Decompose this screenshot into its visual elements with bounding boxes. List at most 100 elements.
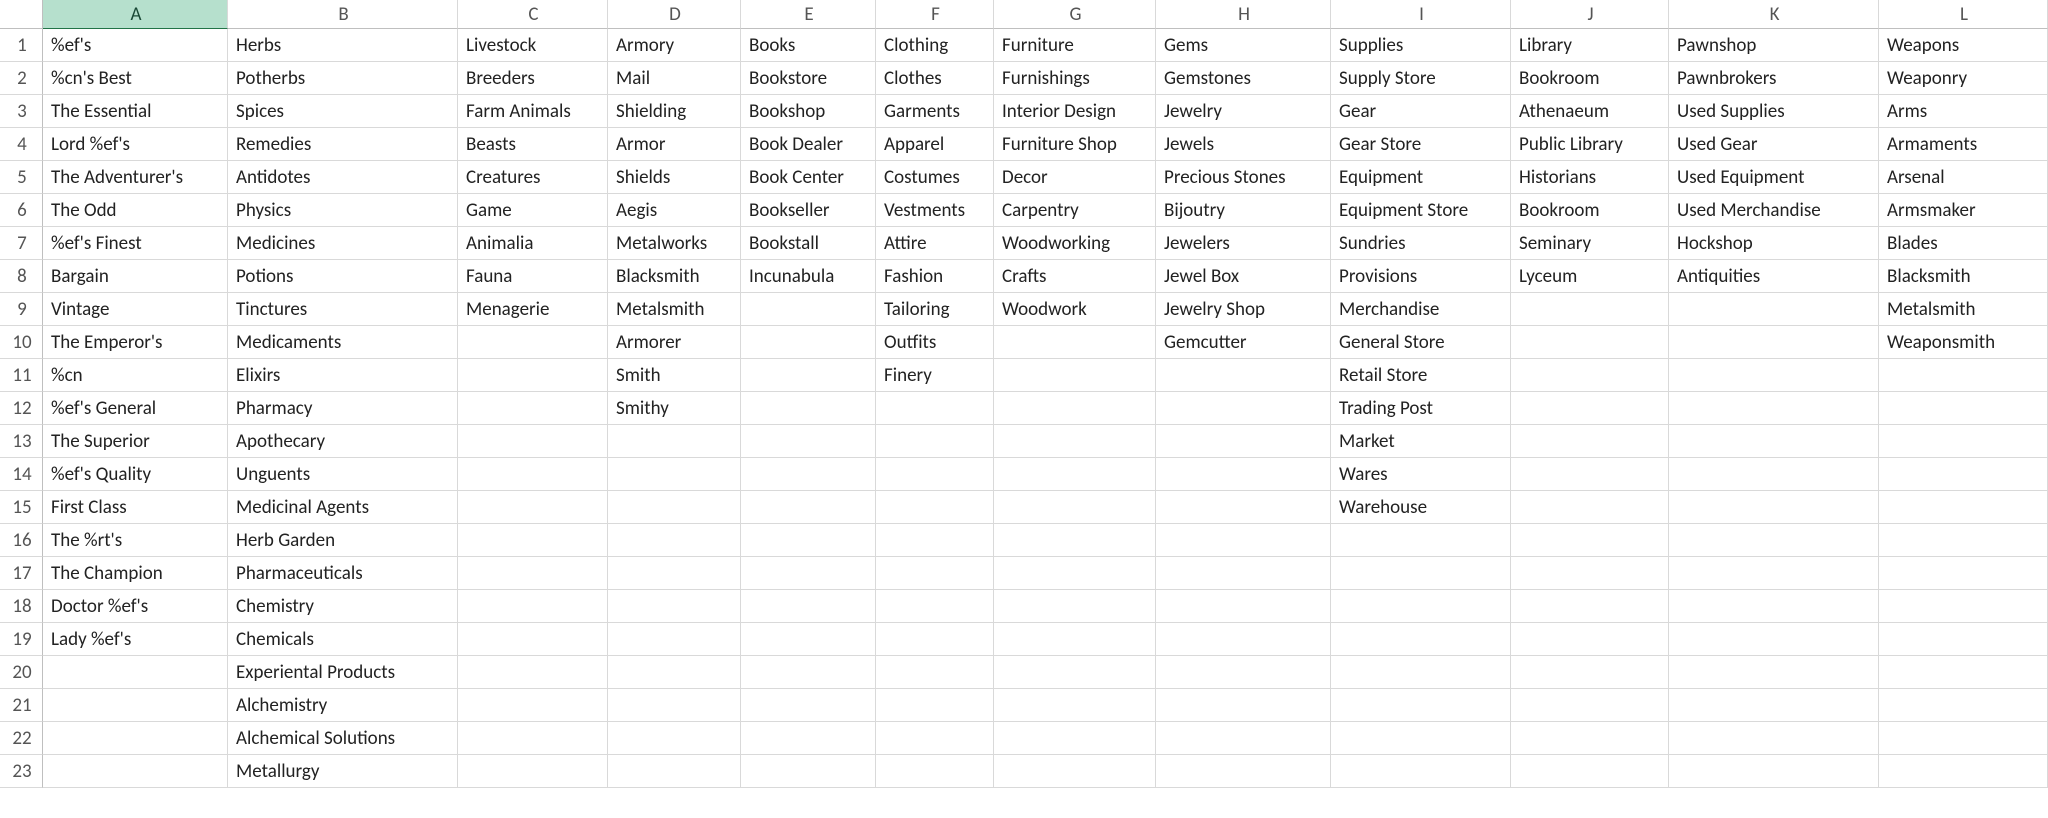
cell-B18[interactable]: Chemistry [228,590,458,623]
row-header-7[interactable]: 7 [0,227,43,260]
cell-L6[interactable]: Armsmaker [1879,194,2048,227]
cell-D19[interactable] [608,623,741,656]
cell-L1[interactable]: Weapons [1879,29,2048,62]
cell-L16[interactable] [1879,524,2048,557]
cell-A21[interactable] [43,689,228,722]
row-header-1[interactable]: 1 [0,29,43,62]
cell-I3[interactable]: Gear [1331,95,1511,128]
cell-D23[interactable] [608,755,741,788]
cell-H17[interactable] [1156,557,1331,590]
cell-F8[interactable]: Fashion [876,260,994,293]
cell-A19[interactable]: Lady %ef's [43,623,228,656]
cell-I20[interactable] [1331,656,1511,689]
cell-F7[interactable]: Attire [876,227,994,260]
row-header-19[interactable]: 19 [0,623,43,656]
cell-A3[interactable]: The Essential [43,95,228,128]
column-header-B[interactable]: B [228,0,458,29]
cell-G15[interactable] [994,491,1156,524]
cell-G16[interactable] [994,524,1156,557]
column-header-L[interactable]: L [1879,0,2048,29]
cell-F21[interactable] [876,689,994,722]
cell-F5[interactable]: Costumes [876,161,994,194]
cell-A7[interactable]: %ef's Finest [43,227,228,260]
cell-G9[interactable]: Woodwork [994,293,1156,326]
cell-A9[interactable]: Vintage [43,293,228,326]
cell-D12[interactable]: Smithy [608,392,741,425]
cell-L17[interactable] [1879,557,2048,590]
cell-L5[interactable]: Arsenal [1879,161,2048,194]
cell-I15[interactable]: Warehouse [1331,491,1511,524]
cell-L12[interactable] [1879,392,2048,425]
cell-K23[interactable] [1669,755,1879,788]
cell-C18[interactable] [458,590,608,623]
cell-D14[interactable] [608,458,741,491]
cell-H4[interactable]: Jewels [1156,128,1331,161]
cell-I12[interactable]: Trading Post [1331,392,1511,425]
row-header-6[interactable]: 6 [0,194,43,227]
cell-K8[interactable]: Antiquities [1669,260,1879,293]
column-header-J[interactable]: J [1511,0,1669,29]
cell-L22[interactable] [1879,722,2048,755]
cell-L20[interactable] [1879,656,2048,689]
cell-L19[interactable] [1879,623,2048,656]
cell-J16[interactable] [1511,524,1669,557]
cell-B12[interactable]: Pharmacy [228,392,458,425]
cell-H8[interactable]: Jewel Box [1156,260,1331,293]
cell-E14[interactable] [741,458,876,491]
cell-L7[interactable]: Blades [1879,227,2048,260]
cell-I6[interactable]: Equipment Store [1331,194,1511,227]
cell-C8[interactable]: Fauna [458,260,608,293]
cell-J8[interactable]: Lyceum [1511,260,1669,293]
cell-I14[interactable]: Wares [1331,458,1511,491]
cell-J22[interactable] [1511,722,1669,755]
column-header-G[interactable]: G [994,0,1156,29]
cell-D10[interactable]: Armorer [608,326,741,359]
column-header-I[interactable]: I [1331,0,1511,29]
cell-F15[interactable] [876,491,994,524]
cell-K3[interactable]: Used Supplies [1669,95,1879,128]
cell-F1[interactable]: Clothing [876,29,994,62]
cell-A5[interactable]: The Adventurer's [43,161,228,194]
cell-A8[interactable]: Bargain [43,260,228,293]
cell-C13[interactable] [458,425,608,458]
cell-C1[interactable]: Livestock [458,29,608,62]
cell-J11[interactable] [1511,359,1669,392]
cell-L9[interactable]: Metalsmith [1879,293,2048,326]
cell-K15[interactable] [1669,491,1879,524]
row-header-11[interactable]: 11 [0,359,43,392]
cell-D8[interactable]: Blacksmith [608,260,741,293]
cell-B11[interactable]: Elixirs [228,359,458,392]
row-header-20[interactable]: 20 [0,656,43,689]
cell-E16[interactable] [741,524,876,557]
cell-G11[interactable] [994,359,1156,392]
cell-K22[interactable] [1669,722,1879,755]
cell-G19[interactable] [994,623,1156,656]
cell-F17[interactable] [876,557,994,590]
cell-H1[interactable]: Gems [1156,29,1331,62]
cell-C5[interactable]: Creatures [458,161,608,194]
column-header-A[interactable]: A [43,0,228,29]
cell-F3[interactable]: Garments [876,95,994,128]
cell-I13[interactable]: Market [1331,425,1511,458]
cell-E20[interactable] [741,656,876,689]
cell-B14[interactable]: Unguents [228,458,458,491]
cell-G22[interactable] [994,722,1156,755]
cell-L3[interactable]: Arms [1879,95,2048,128]
cell-K20[interactable] [1669,656,1879,689]
cell-I8[interactable]: Provisions [1331,260,1511,293]
cell-F13[interactable] [876,425,994,458]
cell-G14[interactable] [994,458,1156,491]
cell-G3[interactable]: Interior Design [994,95,1156,128]
cell-J14[interactable] [1511,458,1669,491]
spreadsheet-grid[interactable]: ABCDEFGHIJKL1%ef'sHerbsLivestockArmoryBo… [0,0,2048,788]
cell-B16[interactable]: Herb Garden [228,524,458,557]
cell-D17[interactable] [608,557,741,590]
cell-I9[interactable]: Merchandise [1331,293,1511,326]
cell-J7[interactable]: Seminary [1511,227,1669,260]
cell-F14[interactable] [876,458,994,491]
cell-A18[interactable]: Doctor %ef's [43,590,228,623]
cell-H21[interactable] [1156,689,1331,722]
cell-B13[interactable]: Apothecary [228,425,458,458]
cell-J2[interactable]: Bookroom [1511,62,1669,95]
cell-I5[interactable]: Equipment [1331,161,1511,194]
